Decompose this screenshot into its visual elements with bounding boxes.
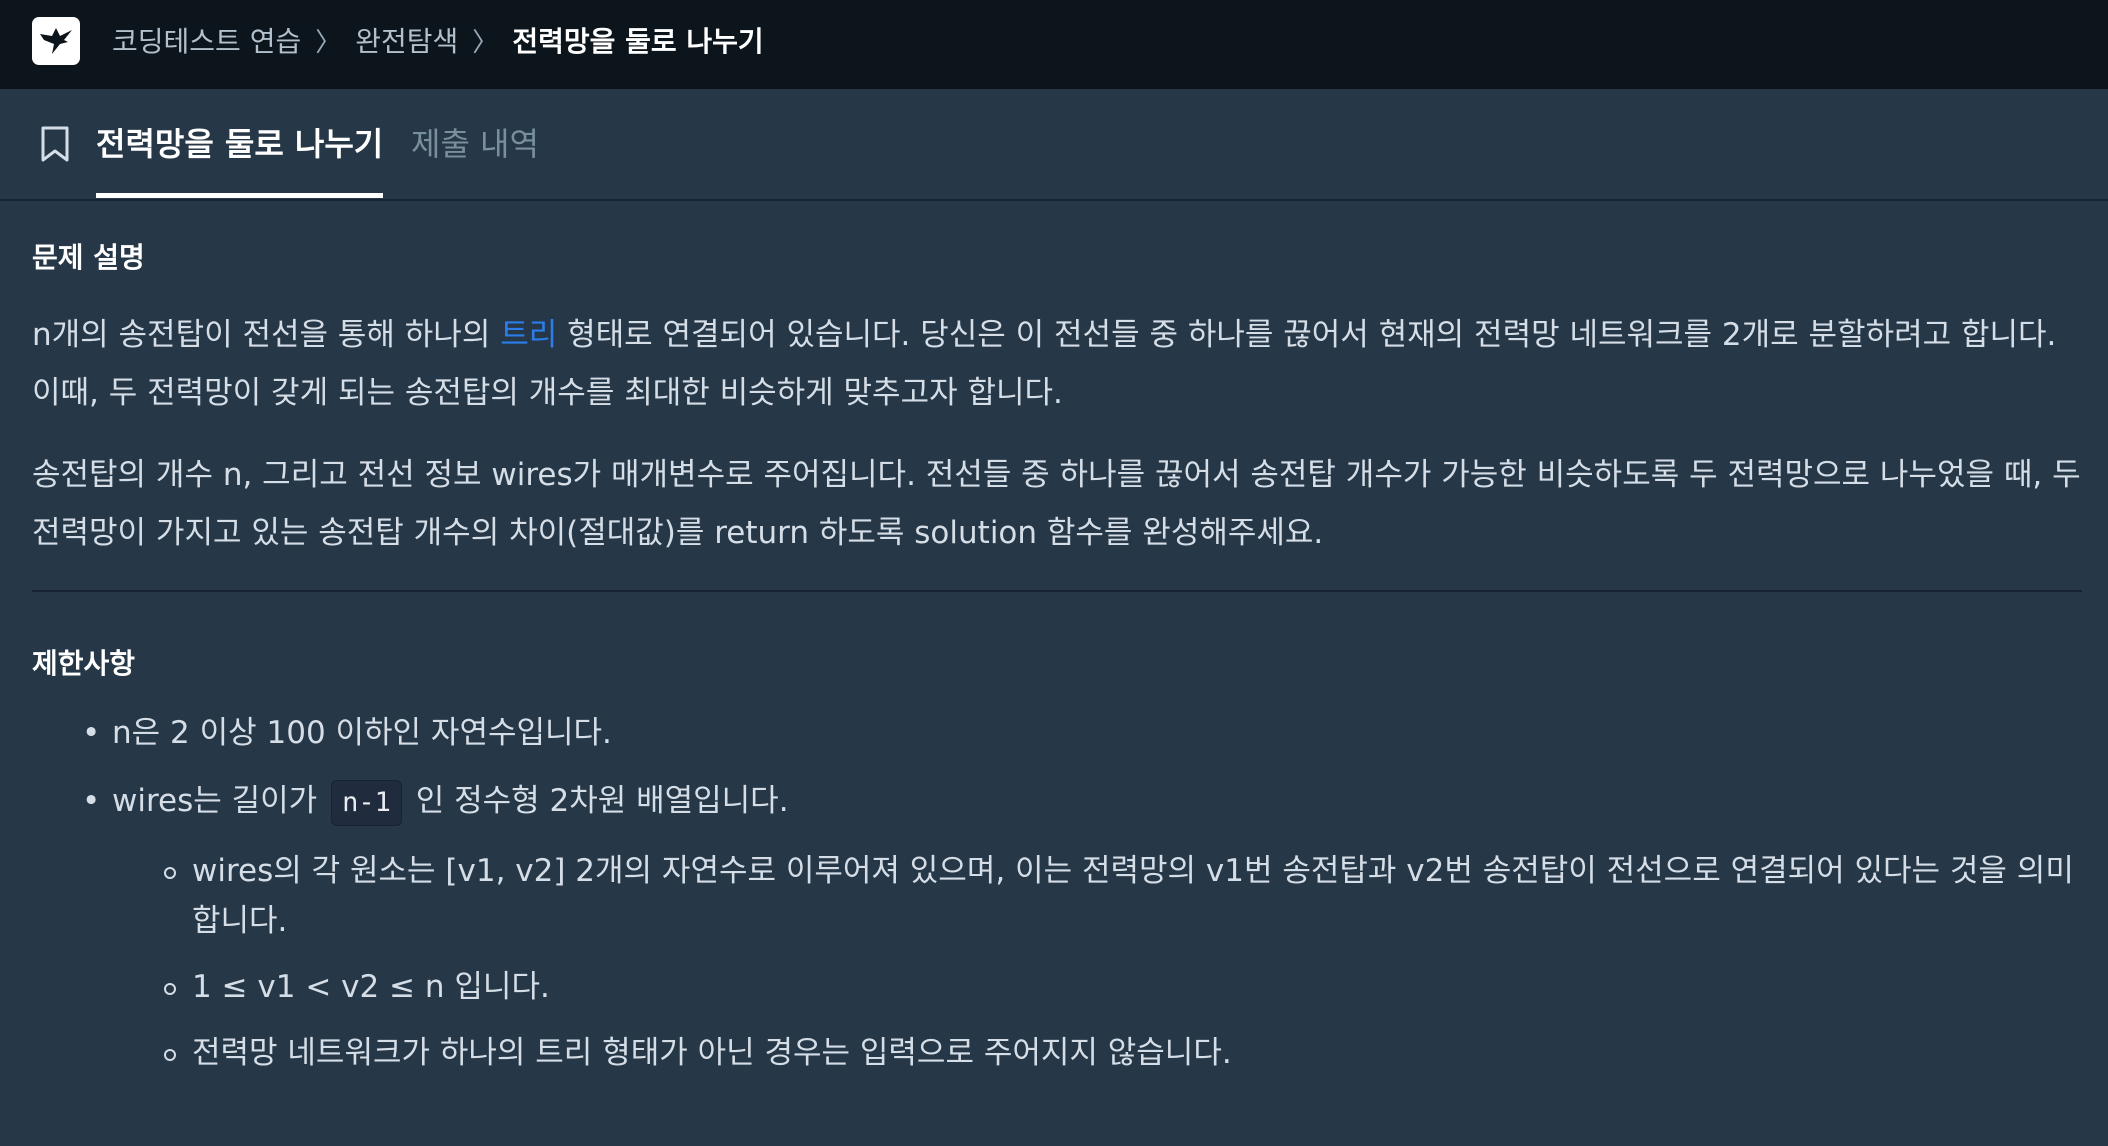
description-heading: 문제 설명 bbox=[32, 241, 145, 274]
bookmark-icon[interactable] bbox=[40, 126, 70, 166]
chevron-right-icon: 〉 bbox=[472, 27, 499, 58]
sub-list-item: 1 ≤ v1 < v2 ≤ n 입니다. bbox=[32, 962, 2082, 1012]
chevron-right-icon: 〉 bbox=[315, 27, 342, 58]
list-item-text: 인 정수형 2차원 배열입니다. bbox=[415, 783, 789, 819]
sub-list-item: 전력망 네트워크가 하나의 트리 형태가 아닌 경우는 입력으로 주어지지 않습… bbox=[32, 1028, 2082, 1078]
constraints-sublist: wires의 각 원소는 [v1, v2] 2개의 자연수로 이루어져 있으며,… bbox=[32, 846, 2082, 1078]
top-navigation-bar: 코딩테스트 연습 〉 완전탐색 〉 전력망을 둘로 나누기 bbox=[0, 0, 2108, 89]
sub-list-item: wires의 각 원소는 [v1, v2] 2개의 자연수로 이루어져 있으며,… bbox=[32, 846, 2082, 946]
tab-submissions[interactable]: 제출 내역 bbox=[411, 119, 539, 189]
constraints-list: n은 2 이상 100 이하인 자연수입니다. wires는 길이가 n-1 인… bbox=[32, 710, 2082, 826]
inline-code: n-1 bbox=[331, 780, 402, 826]
tree-link[interactable]: 트리 bbox=[500, 317, 557, 353]
list-item-text: wires는 길이가 bbox=[112, 783, 318, 819]
list-item: n은 2 이상 100 이하인 자연수입니다. bbox=[32, 710, 2082, 756]
list-item: wires는 길이가 n-1 인 정수형 2차원 배열입니다. bbox=[32, 778, 2082, 826]
constraints-heading: 제한사항 bbox=[32, 647, 136, 680]
description-paragraph-1: n개의 송전탑이 전선을 통해 하나의 트리 형태로 연결되어 있습니다. 당신… bbox=[32, 306, 2082, 422]
breadcrumb-current: 전력망을 둘로 나누기 bbox=[512, 25, 764, 58]
tab-bar: 전력망을 둘로 나누기 제출 내역 bbox=[0, 89, 2108, 201]
description-text: n개의 송전탑이 전선을 통해 하나의 bbox=[32, 317, 501, 353]
breadcrumb-category[interactable]: 완전탐색 bbox=[355, 20, 458, 60]
breadcrumb: 코딩테스트 연습 〉 완전탐색 〉 전력망을 둘로 나누기 bbox=[112, 0, 764, 80]
section-divider bbox=[32, 590, 2082, 592]
description-paragraph-2: 송전탑의 개수 n, 그리고 전선 정보 wires가 매개변수로 주어집니다.… bbox=[32, 457, 2081, 551]
breadcrumb-coding-test[interactable]: 코딩테스트 연습 bbox=[112, 20, 301, 60]
tab-problem[interactable]: 전력망을 둘로 나누기 bbox=[96, 119, 384, 198]
problem-content: 문제 설명 n개의 송전탑이 전선을 통해 하나의 트리 형태로 연결되어 있습… bbox=[32, 201, 2082, 1078]
programmers-logo-icon[interactable] bbox=[32, 17, 80, 65]
